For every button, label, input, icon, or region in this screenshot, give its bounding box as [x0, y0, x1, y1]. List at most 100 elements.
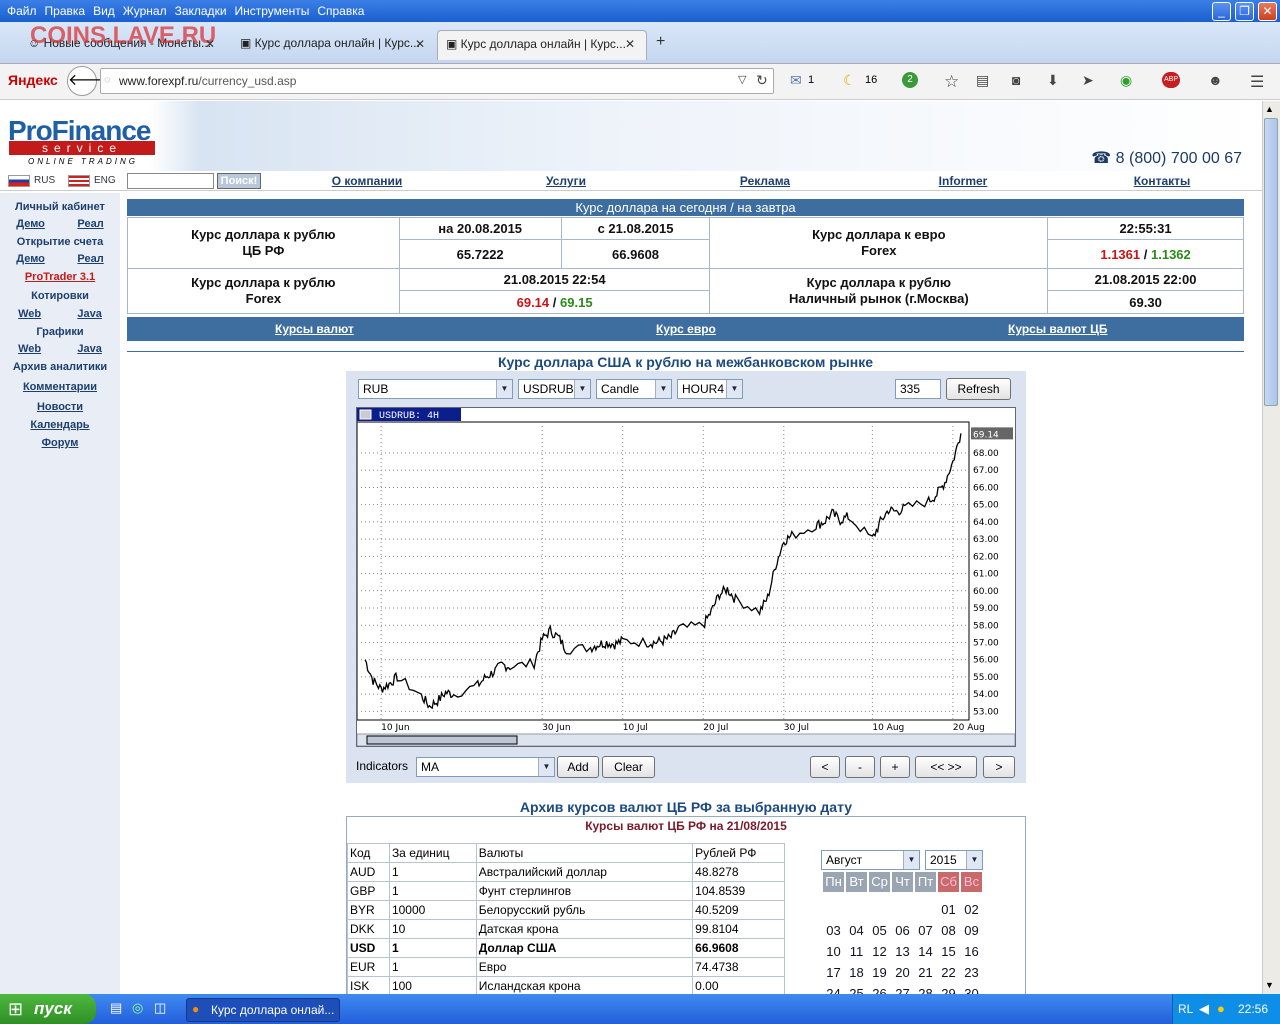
calendar-day[interactable]: 30 — [961, 986, 982, 994]
calendar-day[interactable]: 16 — [961, 944, 982, 959]
calendar-day[interactable]: 04 — [846, 923, 867, 938]
taskbar-firefox-window[interactable]: Курс доллара онлай... — [186, 998, 340, 1022]
year-select[interactable]: 2015 ▼ — [925, 850, 983, 870]
calendar-day[interactable]: 07 — [915, 923, 936, 938]
calendar-day[interactable]: 14 — [915, 944, 936, 959]
calendar-day[interactable]: 02 — [961, 902, 982, 917]
scroll-up-icon[interactable]: ▲ — [1265, 104, 1274, 114]
calendar-day[interactable]: 08 — [938, 923, 959, 938]
menu-help[interactable]: Справка — [316, 0, 371, 22]
lang-ru[interactable]: RUS — [34, 175, 55, 186]
calendar-day[interactable]: 29 — [938, 986, 959, 994]
calendar-day[interactable]: 11 — [846, 944, 867, 959]
sidebar-news[interactable]: Новости — [0, 401, 120, 413]
zoom-out-button[interactable]: - — [845, 756, 875, 778]
nav-informer[interactable]: Informer — [864, 174, 1062, 188]
sidebar-account-demo[interactable]: Демо — [16, 253, 45, 265]
calendar-day[interactable]: 20 — [892, 965, 913, 980]
minimize-button[interactable]: _ — [1212, 2, 1231, 21]
indicator-select[interactable]: MA ▼ — [416, 757, 555, 777]
menu-bookmarks[interactable]: Закладки — [174, 0, 234, 22]
nav-contacts[interactable]: Контакты — [1063, 174, 1261, 188]
sidebar-cabinet-real[interactable]: Реал — [77, 218, 103, 230]
calendar-day[interactable]: 13 — [892, 944, 913, 959]
tab-forex-active[interactable]: ▣ Курс доллара онлайн | Курс... — [437, 30, 647, 60]
sidebar-forum[interactable]: Форум — [0, 437, 120, 449]
keyboard-lang[interactable]: RL — [1178, 1002, 1193, 1016]
nav-ads[interactable]: Реклама — [666, 174, 864, 188]
sidebar-comments[interactable]: Комментарии — [0, 381, 120, 393]
calendar-day[interactable]: 22 — [938, 965, 959, 980]
period-select[interactable]: HOUR4 ▼ — [677, 379, 743, 399]
calendar-day[interactable]: 21 — [915, 965, 936, 980]
send-icon[interactable]: ➤ — [1082, 72, 1094, 89]
zoom-in-button[interactable]: + — [880, 756, 910, 778]
usa-flag-icon[interactable] — [68, 175, 90, 187]
calendar-day[interactable]: 15 — [938, 944, 959, 959]
tab-close-icon[interactable]: ✕ — [205, 37, 215, 51]
pocket-icon[interactable]: ◙ — [1012, 72, 1020, 88]
clear-indicator-button[interactable]: Clear — [602, 756, 655, 778]
reader-icon[interactable]: ▤ — [976, 72, 989, 89]
calendar-day[interactable]: 27 — [892, 986, 913, 994]
currency-select[interactable]: RUB ▼ — [358, 379, 513, 399]
scroll-down-icon[interactable]: ▼ — [1265, 980, 1274, 990]
maximize-button[interactable]: ❐ — [1235, 2, 1254, 21]
calendar-day[interactable]: 24 — [823, 986, 844, 994]
weather-icon[interactable]: ☾ — [843, 72, 856, 89]
russia-flag-icon[interactable] — [8, 175, 30, 187]
nav-about[interactable]: О компании — [268, 174, 466, 188]
bars-count-input[interactable]: 335 — [895, 379, 941, 399]
chat-icon[interactable]: ☻ — [1208, 72, 1223, 88]
fit-all-button[interactable]: << >> — [915, 756, 977, 778]
tab-close-icon[interactable]: ✕ — [415, 37, 425, 51]
add-indicator-button[interactable]: Add — [557, 756, 599, 778]
quicklaunch-torrent-icon[interactable]: ◎ — [132, 1000, 143, 1016]
reload-icon[interactable]: ↻ — [756, 72, 768, 89]
link-cbr-rates[interactable]: Курсы валют ЦБ — [1008, 322, 1108, 336]
calendar-day[interactable]: 18 — [846, 965, 867, 980]
quicklaunch-doc-icon[interactable]: ▤ — [110, 1000, 122, 1016]
sidebar-protrader[interactable]: ProTrader 3.1 — [0, 271, 120, 283]
calendar-day[interactable]: 10 — [823, 944, 844, 959]
search-input[interactable] — [127, 173, 214, 189]
calendar-day[interactable]: 17 — [823, 965, 844, 980]
notify-badge[interactable]: 2 — [902, 72, 918, 88]
menu-hamburger-icon[interactable]: ☰ — [1250, 72, 1264, 92]
tab-close-icon[interactable]: ✕ — [625, 37, 635, 51]
tab-forex-1[interactable]: ▣ Курс доллара онлайн | Курс... — [232, 30, 432, 60]
menu-history[interactable]: Журнал — [122, 0, 174, 22]
sidebar-charts-java[interactable]: Java — [77, 343, 101, 355]
menu-file[interactable]: Файл — [6, 0, 44, 22]
lang-en[interactable]: ENG — [94, 175, 116, 186]
scrollbar-thumb[interactable] — [1264, 118, 1278, 406]
calendar-day[interactable]: 25 — [846, 986, 867, 994]
mail-icon[interactable]: ✉ — [790, 72, 802, 89]
calendar-day[interactable]: 05 — [869, 923, 890, 938]
download-icon[interactable]: ⬇ — [1047, 72, 1059, 89]
calendar-day[interactable]: 06 — [892, 923, 913, 938]
calendar-day[interactable]: 01 — [938, 902, 959, 917]
nav-services[interactable]: Услуги — [467, 174, 665, 188]
adblock-icon[interactable]: ABP — [1162, 72, 1180, 88]
link-euro-rate[interactable]: Курс евро — [656, 322, 716, 336]
calendar-day[interactable]: 28 — [915, 986, 936, 994]
sidebar-cabinet-demo[interactable]: Демо — [16, 218, 45, 230]
addon-icon[interactable]: ◉ — [1120, 72, 1132, 89]
refresh-button[interactable]: Refresh — [946, 378, 1011, 400]
link-currency-rates[interactable]: Курсы валют — [275, 322, 354, 336]
search-button[interactable]: Поиск! — [217, 173, 261, 189]
calendar-day[interactable]: 26 — [869, 986, 890, 994]
calendar-day[interactable]: 12 — [869, 944, 890, 959]
pair-select[interactable]: USDRUB ▼ — [518, 379, 591, 399]
sidebar-quotes-java[interactable]: Java — [77, 308, 101, 320]
url-bar[interactable]: www.forexpf.ru/currency_usd.asp — [100, 68, 774, 94]
chart-type-select[interactable]: Candle ▼ — [596, 379, 672, 399]
sidebar-calendar[interactable]: Календарь — [0, 419, 120, 431]
menu-edit[interactable]: Правка — [44, 0, 93, 22]
tray-back-icon[interactable]: ◀ — [1199, 1001, 1209, 1017]
scroll-right-button[interactable]: > — [983, 756, 1015, 778]
month-select[interactable]: Август ▼ — [821, 850, 920, 870]
quicklaunch-app-icon[interactable]: ◫ — [154, 1000, 166, 1016]
tray-network-icon[interactable]: ● — [1217, 1001, 1225, 1016]
